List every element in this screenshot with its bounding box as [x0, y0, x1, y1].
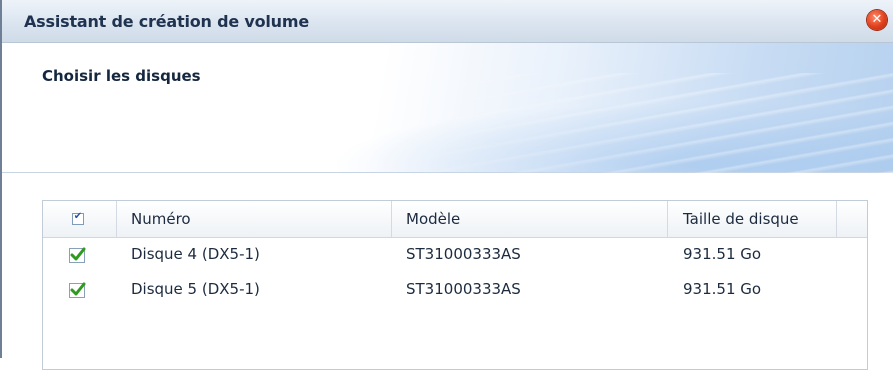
column-header-size[interactable]: Taille de disque: [683, 210, 799, 228]
table-row[interactable]: Disque 5 (DX5-1) ST31000333AS 931.51 Go: [43, 273, 867, 308]
column-header-model[interactable]: Modèle: [406, 210, 460, 228]
title-bar[interactable]: Assistant de création de volume ✕: [2, 0, 893, 43]
close-button[interactable]: ✕: [867, 10, 887, 30]
window-title: Assistant de création de volume: [24, 12, 309, 31]
cell-number: Disque 4 (DX5-1): [131, 245, 260, 263]
volume-wizard-window: Assistant de création de volume ✕ Choisi…: [0, 0, 893, 370]
grid-header: ✔ Numéro Modèle Taille de disque: [43, 201, 867, 238]
step-title: Choisir les disques: [42, 67, 201, 85]
close-icon: ✕: [871, 12, 883, 27]
checkmark-icon: ✔: [73, 211, 83, 222]
column-header-number[interactable]: Numéro: [131, 210, 191, 228]
cell-model: ST31000333AS: [406, 280, 521, 298]
wizard-header: Choisir les disques: [2, 43, 893, 173]
checkmark-icon: [70, 247, 86, 261]
checkmark-icon: [70, 282, 86, 296]
disk-grid: ✔ Numéro Modèle Taille de disque Disque …: [42, 200, 868, 370]
cell-size: 931.51 Go: [683, 245, 762, 263]
cell-size: 931.51 Go: [683, 280, 762, 298]
select-all-checkbox[interactable]: ✔: [72, 211, 84, 225]
table-row[interactable]: Disque 4 (DX5-1) ST31000333AS 931.51 Go: [43, 238, 867, 273]
row-checkbox[interactable]: [69, 247, 86, 263]
row-checkbox[interactable]: [69, 282, 86, 298]
cell-model: ST31000333AS: [406, 245, 521, 263]
cell-number: Disque 5 (DX5-1): [131, 280, 260, 298]
